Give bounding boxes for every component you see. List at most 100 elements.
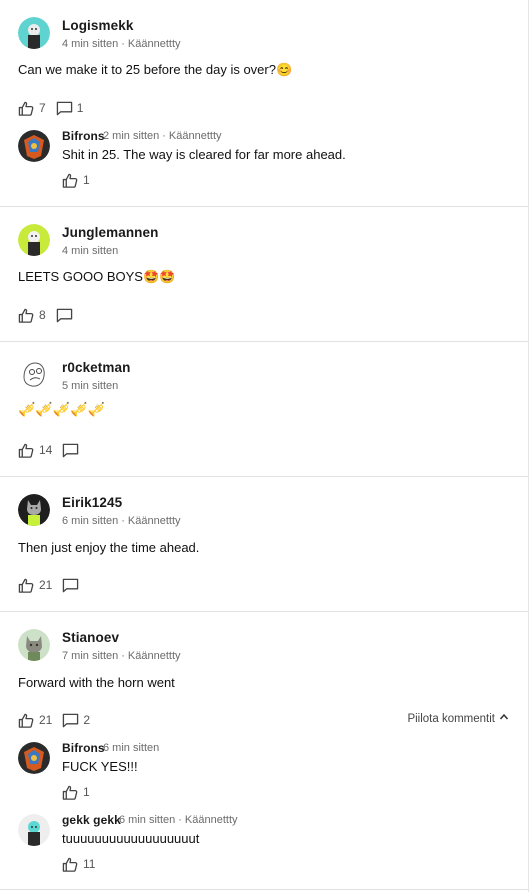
reply-actions: 1 bbox=[62, 170, 100, 190]
comment-post: Logismekk 4 min sitten · Käännettty Can we… bbox=[0, 0, 529, 207]
post-meta: 6 min sitten · Käännettty bbox=[62, 515, 181, 527]
author-name[interactable]: Junglemannen bbox=[62, 225, 158, 240]
author-name[interactable]: Stianoev bbox=[62, 630, 119, 645]
post-meta: 5 min sitten bbox=[62, 380, 118, 392]
comment-post: Stianoev 7 min sitten · Käännettty Forward… bbox=[0, 612, 529, 890]
thumbs-up-icon bbox=[18, 100, 35, 117]
comment-actions: 8 bbox=[18, 305, 83, 325]
avatar[interactable] bbox=[18, 494, 50, 526]
comment-button[interactable]: 1 bbox=[56, 100, 84, 117]
reply-text: tuuuuuuuuuuuuuuuuuut bbox=[62, 831, 200, 846]
like-count: 8 bbox=[39, 308, 46, 322]
comment-feed: Logismekk 4 min sitten · Käännettty Can we… bbox=[0, 0, 529, 892]
translated-label[interactable]: Käännettty bbox=[185, 814, 238, 826]
timestamp: 2 min sitten bbox=[103, 130, 160, 142]
speech-bubble-icon bbox=[56, 100, 73, 117]
comment-actions: 21 bbox=[18, 575, 89, 595]
timestamp: 4 min sitten bbox=[62, 245, 119, 257]
avatar[interactable] bbox=[18, 629, 50, 661]
comment-text: 🎺🎺🎺🎺🎺 bbox=[18, 402, 106, 418]
like-button[interactable]: 11 bbox=[62, 856, 95, 873]
comment-post: r0cketman 5 min sitten 🎺🎺🎺🎺🎺 14 bbox=[0, 342, 529, 477]
comment-actions: 21 2 bbox=[18, 710, 100, 730]
comment-count: 2 bbox=[83, 713, 91, 727]
comment-button[interactable] bbox=[62, 442, 79, 459]
comment-text: Forward with the horn went bbox=[18, 675, 175, 690]
translated-label[interactable]: Käännettty bbox=[128, 38, 181, 50]
author-name[interactable]: Eirik1245 bbox=[62, 495, 122, 510]
post-meta: 4 min sitten · Käännettty bbox=[62, 38, 181, 50]
like-count: 21 bbox=[39, 713, 53, 727]
thumbs-up-icon bbox=[62, 856, 79, 873]
comment-post: Junglemannen 4 min sitten LEETS GOOO BOY… bbox=[0, 207, 529, 342]
separator: · bbox=[162, 130, 166, 142]
separator: · bbox=[121, 515, 125, 527]
like-button[interactable]: 21 bbox=[18, 577, 52, 594]
thumbs-up-icon bbox=[18, 577, 35, 594]
post-meta: 6 min sitten · Käännettty bbox=[119, 814, 238, 826]
reply-actions: 11 bbox=[62, 854, 105, 874]
reply-text: FUCK YES!!! bbox=[62, 759, 138, 774]
avatar[interactable] bbox=[18, 130, 50, 162]
reply-actions: 1 bbox=[62, 782, 100, 802]
post-meta: 6 min sitten bbox=[103, 742, 159, 754]
speech-bubble-icon bbox=[62, 577, 79, 594]
thumbs-up-icon bbox=[62, 172, 79, 189]
like-count: 1 bbox=[83, 173, 90, 187]
avatar[interactable] bbox=[18, 224, 50, 256]
author-name[interactable]: gekk gekk bbox=[62, 813, 121, 827]
comment-post: Eirik1245 6 min sitten · Käännettty Then j… bbox=[0, 477, 529, 612]
comment-text: Then just enjoy the time ahead. bbox=[18, 540, 200, 555]
timestamp: 5 min sitten bbox=[62, 380, 119, 392]
timestamp: 6 min sitten bbox=[119, 814, 176, 826]
thumbs-up-icon bbox=[18, 442, 35, 459]
like-button[interactable]: 1 bbox=[62, 784, 90, 801]
avatar[interactable] bbox=[18, 814, 50, 846]
avatar[interactable] bbox=[18, 742, 50, 774]
comment-text: Can we make it to 25 before the day is o… bbox=[18, 62, 293, 77]
separator: · bbox=[121, 650, 125, 662]
post-meta: 2 min sitten · Käännettty bbox=[103, 130, 222, 142]
like-button[interactable]: 7 bbox=[18, 100, 46, 117]
comment-actions: 7 1 bbox=[18, 98, 93, 118]
like-button[interactable]: 1 bbox=[62, 172, 90, 189]
like-button[interactable]: 8 bbox=[18, 307, 46, 324]
thumbs-up-icon bbox=[18, 712, 35, 729]
speech-bubble-icon bbox=[62, 712, 79, 729]
speech-bubble-icon bbox=[56, 307, 73, 324]
timestamp: 6 min sitten bbox=[62, 515, 119, 527]
avatar[interactable] bbox=[18, 359, 50, 391]
timestamp: 7 min sitten bbox=[62, 650, 119, 662]
translated-label[interactable]: Käännettty bbox=[128, 515, 181, 527]
timestamp: 4 min sitten bbox=[62, 38, 119, 50]
author-name[interactable]: Bifrons bbox=[62, 129, 105, 143]
separator: · bbox=[121, 38, 125, 50]
comment-button[interactable] bbox=[62, 577, 79, 594]
reply-text: Shit in 25. The way is cleared for far m… bbox=[62, 147, 346, 162]
like-button[interactable]: 21 bbox=[18, 712, 52, 729]
comment-count: 1 bbox=[76, 101, 84, 115]
like-count: 1 bbox=[83, 785, 90, 799]
avatar[interactable] bbox=[18, 17, 50, 49]
post-meta: 7 min sitten · Käännettty bbox=[62, 650, 181, 662]
comment-button[interactable] bbox=[56, 307, 73, 324]
author-name[interactable]: Logismekk bbox=[62, 18, 133, 33]
hide-comments-button[interactable]: Piilota kommentit bbox=[407, 712, 509, 725]
hide-comments-label: Piilota kommentit bbox=[407, 712, 495, 725]
author-name[interactable]: r0cketman bbox=[62, 360, 130, 375]
post-meta: 4 min sitten bbox=[62, 245, 118, 257]
like-count: 7 bbox=[39, 101, 46, 115]
like-button[interactable]: 14 bbox=[18, 442, 52, 459]
comment-button[interactable]: 2 bbox=[62, 712, 90, 729]
like-count: 11 bbox=[83, 857, 96, 871]
author-name[interactable]: Bifrons bbox=[62, 741, 105, 755]
like-count: 14 bbox=[39, 443, 53, 457]
comment-actions: 14 bbox=[18, 440, 89, 460]
translated-label[interactable]: Käännettty bbox=[169, 130, 222, 142]
translated-label[interactable]: Käännettty bbox=[128, 650, 181, 662]
thumbs-up-icon bbox=[18, 307, 35, 324]
chevron-up-icon bbox=[495, 712, 509, 725]
timestamp: 6 min sitten bbox=[103, 742, 160, 754]
speech-bubble-icon bbox=[62, 442, 79, 459]
separator: · bbox=[178, 814, 182, 826]
